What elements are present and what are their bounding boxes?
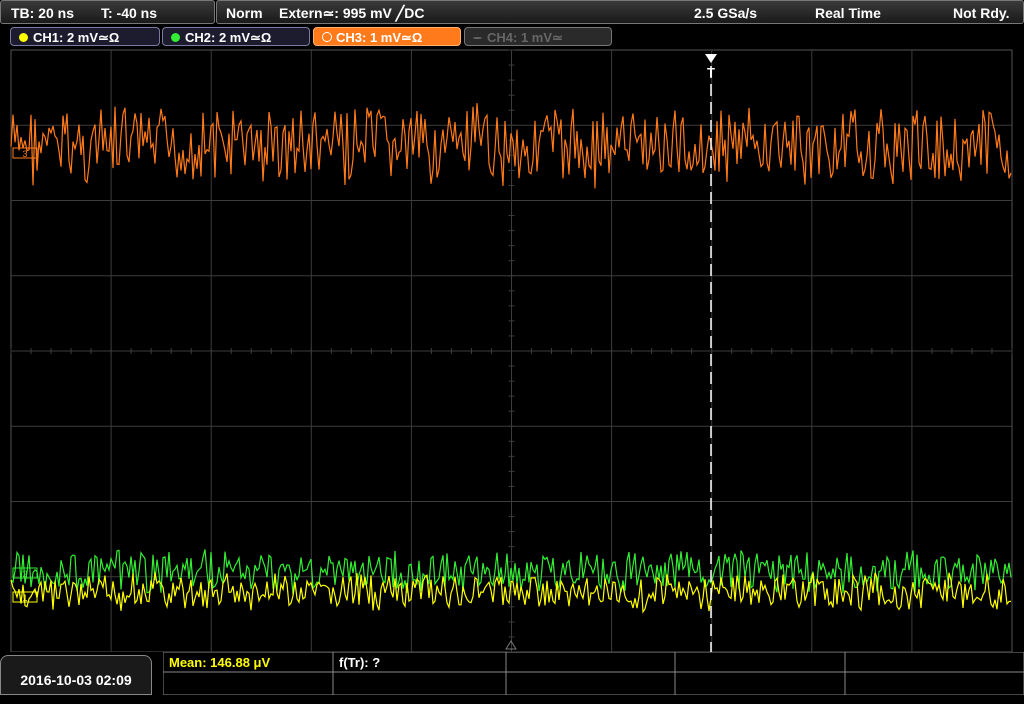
ch3-marker-label: 3 — [22, 149, 27, 159]
datetime-label: 2016-10-03 02:09 — [20, 672, 132, 688]
timebase-label: TB: 20 ns — [11, 5, 75, 21]
timebase-panel[interactable]: TB: 20 ns T: -40 ns — [0, 0, 215, 24]
tab-ch4[interactable]: CH4: 1 mV≃ — [464, 27, 612, 46]
frequency-measurement: f(Tr): ? — [339, 655, 380, 670]
ch1-marker-label: 1 — [22, 593, 27, 603]
acquisition-state-label: Not Rdy. — [953, 5, 1010, 21]
ch3-ring-icon — [322, 32, 332, 42]
measurement-table[interactable]: Mean: 146.88 μV f(Tr): ? — [163, 652, 1024, 695]
ch2-dot-icon — [171, 33, 180, 42]
ch4-off-icon — [473, 37, 482, 39]
status-bar: TB: 20 ns T: -40 ns Norm Extern≃: 995 mV… — [0, 0, 1024, 24]
ch1-dot-icon — [19, 33, 28, 42]
tab-ch4-label: CH4: 1 mV≃ — [487, 30, 563, 45]
trigger-mode-label: Norm — [226, 5, 263, 21]
waveform-display[interactable]: T 3 2 1 — [0, 48, 1024, 652]
tab-ch3-label: CH3: 1 mV≃Ω — [336, 30, 423, 45]
trigger-marker: T — [707, 65, 715, 80]
tab-ch2[interactable]: CH2: 2 mV≃Ω — [162, 27, 310, 46]
sample-rate-label: 2.5 GSa/s — [694, 5, 758, 21]
trigger-time-label: T: -40 ns — [101, 5, 158, 21]
tab-ch2-label: CH2: 2 mV≃Ω — [185, 30, 272, 45]
acquisition-panel[interactable]: Norm Extern≃: 995 mV ╱DC 2.5 GSa/s Real … — [216, 0, 1024, 24]
acquisition-mode-label: Real Time — [815, 5, 881, 21]
measurement-frame — [163, 652, 1024, 695]
tab-ch3[interactable]: CH3: 1 mV≃Ω — [313, 27, 461, 46]
datetime-panel: 2016-10-03 02:09 — [0, 655, 152, 695]
ch2-marker-label: 2 — [22, 569, 27, 579]
tab-ch1[interactable]: CH1: 2 mV≃Ω — [10, 27, 160, 46]
mean-measurement: Mean: 146.88 μV — [169, 655, 270, 670]
tab-ch1-label: CH1: 2 mV≃Ω — [33, 30, 120, 45]
trigger-source-label: Extern≃: 995 mV ╱DC — [279, 5, 425, 21]
